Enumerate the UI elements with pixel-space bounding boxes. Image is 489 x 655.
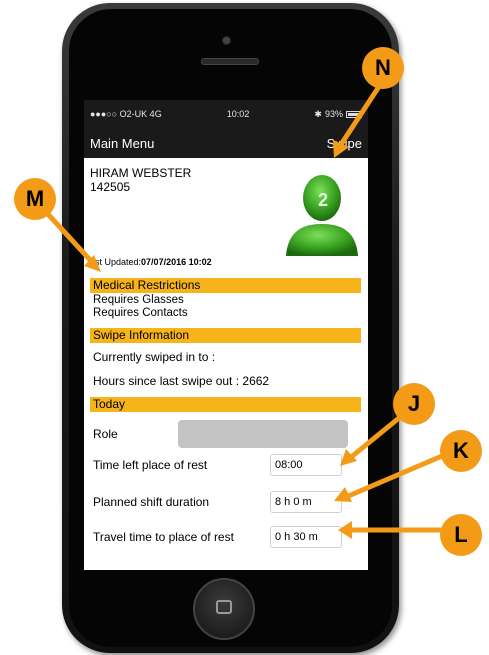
currently-swiped-in: Currently swiped in to :: [93, 350, 216, 364]
last-updated-prefix: ast Updated:: [90, 257, 142, 267]
callout-n-badge: N: [362, 47, 404, 89]
bluetooth-icon: ✱: [314, 108, 322, 119]
callout-m-badge: M: [14, 178, 56, 220]
callout-j-badge: J: [393, 383, 435, 425]
callout-l-badge: L: [440, 514, 482, 556]
main-menu-button[interactable]: Main Menu: [90, 136, 154, 151]
battery-icon: [345, 110, 362, 118]
battery-percent: 93%: [324, 109, 343, 119]
role-select[interactable]: [178, 420, 348, 448]
status-bar: ●●●○○ O2-UK 4G 10:02 ✱ 93%: [84, 100, 368, 128]
nav-bar: Main Menu Swipe: [84, 128, 368, 158]
medical-item: Requires Glasses: [93, 294, 184, 306]
medical-item: Requires Contacts: [93, 307, 188, 319]
today-header: Today: [90, 397, 361, 412]
swipe-information-header: Swipe Information: [90, 328, 361, 343]
avatar-icon: 2: [286, 175, 358, 256]
last-updated-value: 07/07/2016 10:02: [141, 257, 212, 267]
last-updated: ast Updated:07/07/2016 10:02: [90, 257, 212, 267]
time-left-rest-input[interactable]: 08:00: [270, 454, 342, 476]
hours-since-swipe: Hours since last swipe out : 2662: [93, 374, 270, 388]
status-left: ●●●○○ O2-UK 4G: [90, 109, 162, 119]
avatar-badge-number: 2: [318, 190, 328, 210]
swipe-button[interactable]: Swipe: [327, 136, 362, 151]
callout-k-badge: K: [440, 430, 482, 472]
front-camera-icon: [222, 36, 231, 45]
carrier-signal: ●●●○○ O2-UK 4G: [90, 109, 162, 119]
earpiece-speaker: [201, 58, 259, 65]
stage: ●●●○○ O2-UK 4G 10:02 ✱ 93% Main Menu Swi…: [0, 0, 489, 655]
medical-restrictions-header: Medical Restrictions: [90, 278, 361, 293]
status-right: ✱ 93%: [314, 109, 362, 120]
planned-shift-input[interactable]: 8 h 0 m: [270, 491, 342, 513]
phone-screen: ●●●○○ O2-UK 4G 10:02 ✱ 93% Main Menu Swi…: [84, 100, 368, 570]
status-time: 10:02: [226, 109, 250, 119]
home-square-icon: [216, 600, 232, 614]
main-content: HIRAM WEBSTER 142505 2 ast Updated:07/07…: [84, 158, 368, 570]
medical-list: Requires Glasses Requires Contacts: [90, 294, 362, 320]
travel-time-input[interactable]: 0 h 30 m: [270, 526, 342, 548]
